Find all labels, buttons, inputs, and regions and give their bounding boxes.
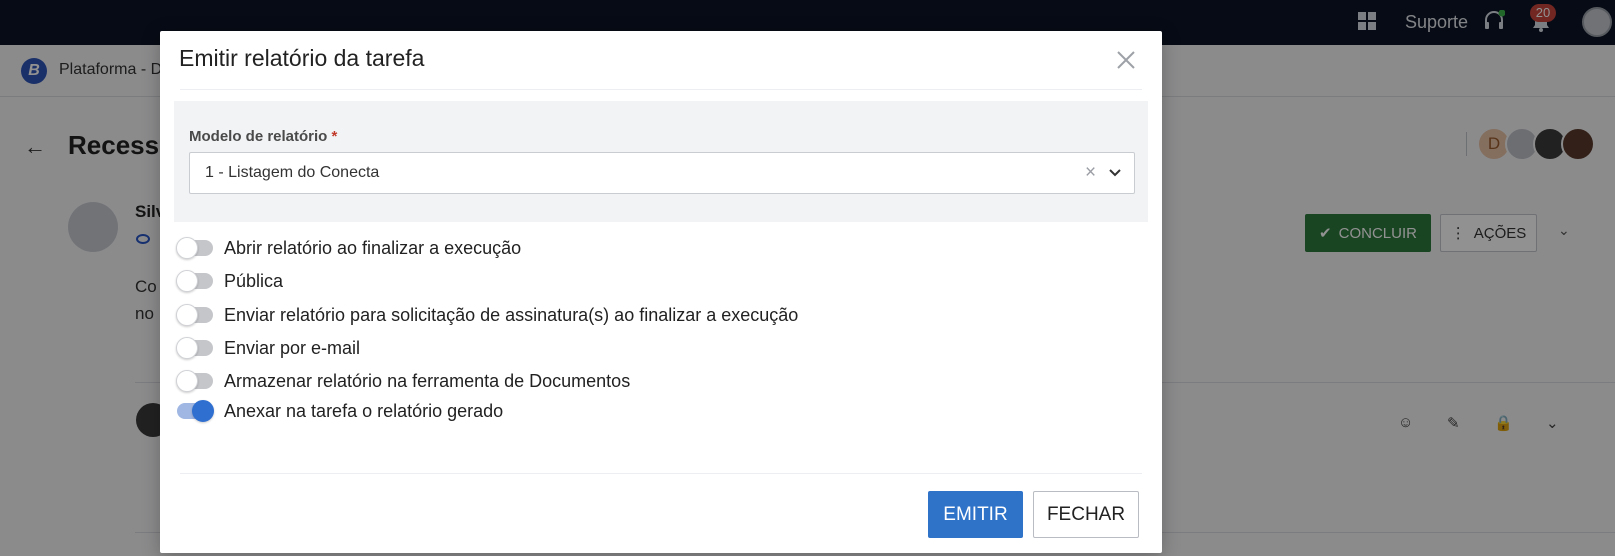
- toggle-switch[interactable]: [176, 270, 213, 292]
- emit-report-modal: Emitir relatório da tarefa Modelo de rel…: [160, 31, 1162, 553]
- divider: [180, 89, 1142, 90]
- modal-title: Emitir relatório da tarefa: [179, 45, 425, 71]
- option-public: Pública: [176, 269, 284, 293]
- option-label: Armazenar relatório na ferramenta de Doc…: [224, 370, 631, 391]
- option-send-email: Enviar por e-mail: [176, 336, 361, 360]
- clear-icon[interactable]: ×: [1085, 162, 1096, 184]
- select-value: 1 - Listagem do Conecta: [205, 164, 380, 181]
- option-attach-report: Anexar na tarefa o relatório gerado: [177, 399, 503, 423]
- close-button[interactable]: FECHAR: [1033, 491, 1139, 538]
- report-model-label: Modelo de relatório *: [189, 128, 338, 145]
- option-label: Abrir relatório ao finalizar a execução: [224, 237, 522, 258]
- emit-button[interactable]: EMITIR: [928, 491, 1023, 538]
- option-label: Enviar por e-mail: [224, 337, 361, 358]
- toggle-switch[interactable]: [176, 237, 213, 259]
- chevron-down-icon[interactable]: [1108, 166, 1122, 180]
- toggle-switch[interactable]: [176, 337, 213, 359]
- option-signature-request: Enviar relatório para solicitação de ass…: [176, 303, 799, 327]
- close-icon[interactable]: [1113, 47, 1139, 73]
- option-open-report: Abrir relatório ao finalizar a execução: [176, 236, 522, 260]
- toggle-switch[interactable]: [176, 304, 213, 326]
- report-model-select[interactable]: 1 - Listagem do Conecta ×: [189, 152, 1135, 194]
- divider: [180, 473, 1142, 474]
- option-label: Enviar relatório para solicitação de ass…: [224, 304, 799, 325]
- toggle-switch[interactable]: [176, 370, 213, 392]
- option-label: Pública: [224, 270, 284, 291]
- option-store-documents: Armazenar relatório na ferramenta de Doc…: [176, 369, 631, 393]
- report-model-panel: Modelo de relatório * 1 - Listagem do Co…: [174, 101, 1148, 222]
- toggle-switch[interactable]: [177, 400, 214, 422]
- option-label: Anexar na tarefa o relatório gerado: [224, 400, 504, 421]
